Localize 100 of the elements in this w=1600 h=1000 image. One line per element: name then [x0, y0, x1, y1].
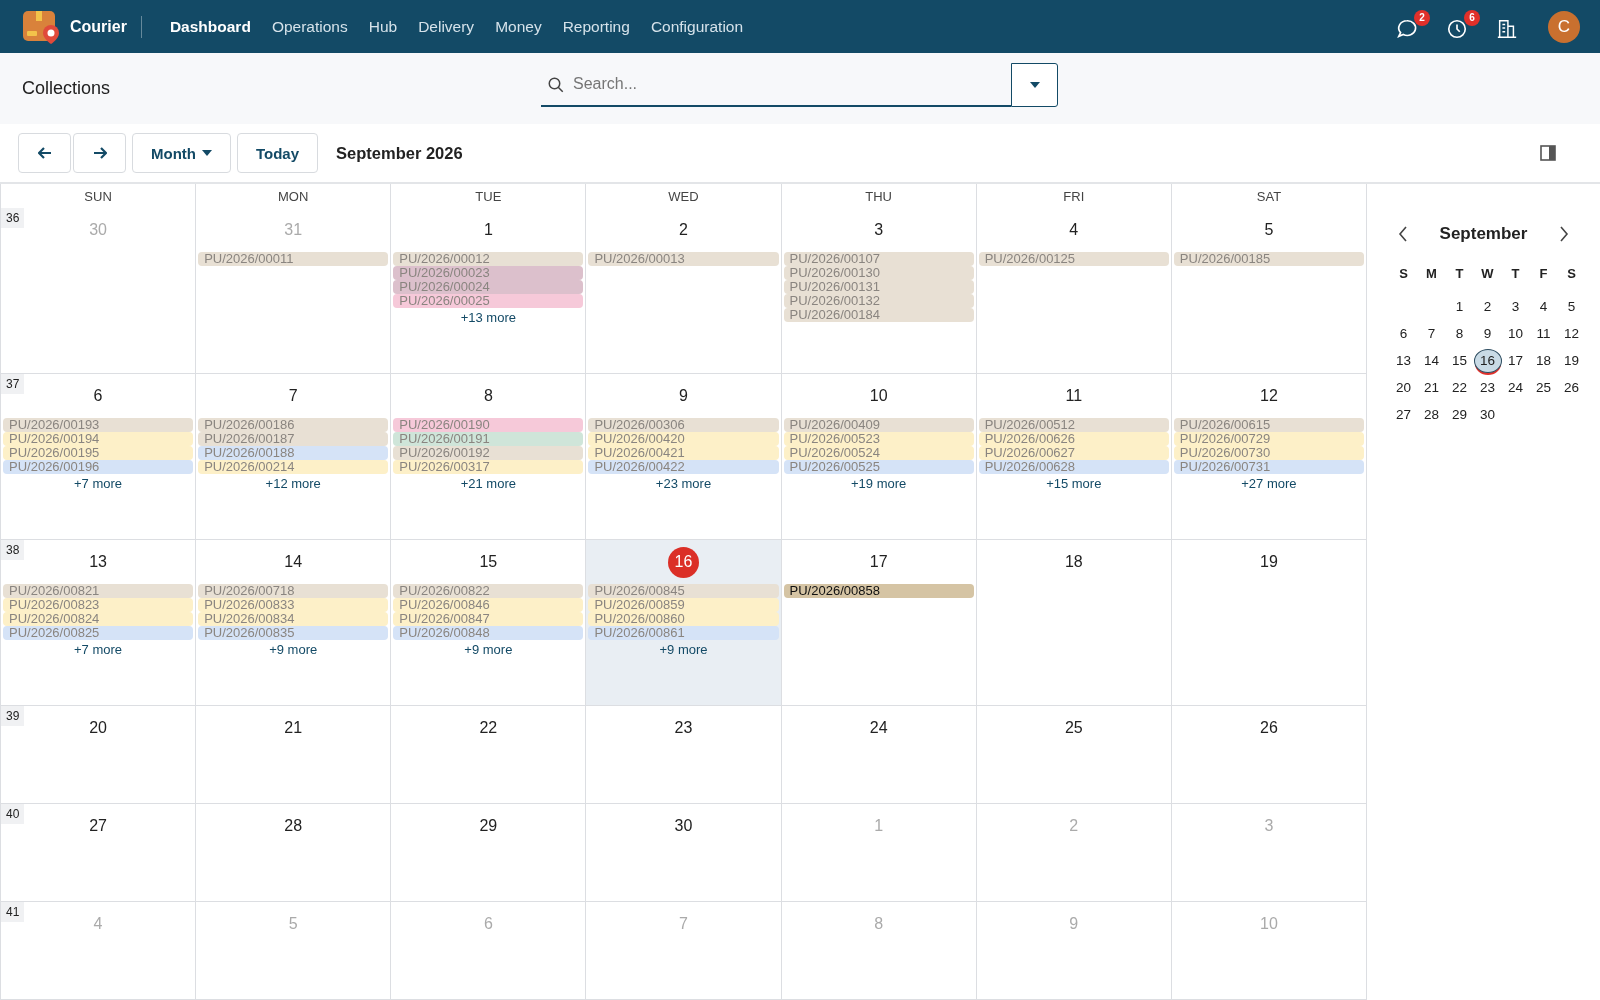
day-cell[interactable]: 11 PU/2026/00512 PU/2026/00626 PU/2026/00627 PU/2026/00628 +15 more [975, 374, 1171, 539]
mini-calendar-day[interactable]: 25 [1529, 376, 1558, 400]
avatar[interactable]: C [1548, 10, 1580, 43]
nav-menu-item[interactable]: Delivery [418, 17, 475, 36]
chat-button[interactable]: 2 [1392, 9, 1430, 44]
more-link[interactable]: +9 more [269, 642, 318, 657]
day-cell[interactable]: 12 PU/2026/00615 PU/2026/00729 PU/2026/00730 PU/2026/00731 +27 more [1170, 374, 1366, 539]
mini-calendar-day[interactable]: 10 [1501, 322, 1530, 346]
clock-button[interactable]: 6 [1442, 9, 1480, 44]
mini-calendar-day[interactable]: 24 [1501, 376, 1530, 400]
day-number: 13 [89, 553, 107, 571]
day-cell[interactable]: 15 PU/2026/00822 PU/2026/00846 PU/2026/00847 PU/2026/00848 +9 more [390, 540, 586, 705]
day-cell[interactable]: 28 [195, 804, 391, 901]
day-cell[interactable]: 2 PU/2026/00013 [585, 208, 781, 373]
day-cell[interactable]: 9 PU/2026/00306 PU/2026/00420 PU/2026/00421 PU/2026/00422 +23 more [585, 374, 781, 539]
more-link[interactable]: +15 more [1046, 476, 1102, 491]
mini-calendar-day[interactable]: 8 [1445, 322, 1474, 346]
search-options-button[interactable] [1011, 63, 1058, 107]
mini-calendar-day[interactable]: 7 [1417, 322, 1446, 346]
day-cell[interactable]: 38 13 PU/2026/00821 PU/2026/00823 PU/2026/00824 PU/2026/00825 +7 more [0, 540, 196, 705]
nav-menu-item[interactable]: Hub [368, 17, 398, 36]
day-cell[interactable]: 30 [585, 804, 781, 901]
day-cell[interactable]: 5 PU/2026/00185 [1170, 208, 1366, 373]
mini-calendar-day[interactable]: 29 [1445, 403, 1474, 427]
chevron-left-icon [1397, 226, 1408, 242]
more-link[interactable]: +27 more [1241, 476, 1297, 491]
nav-menu-item[interactable]: Operations [271, 17, 348, 36]
mini-calendar-day[interactable]: 13 [1389, 349, 1418, 373]
day-cell[interactable]: 7 PU/2026/00186 PU/2026/00187 PU/2026/00188 PU/2026/00214 +12 more [195, 374, 391, 539]
day-cell[interactable]: 41 4 [0, 902, 196, 999]
day-cell[interactable]: 29 [390, 804, 586, 901]
mini-calendar-day[interactable]: 14 [1417, 349, 1446, 373]
page-title: Collections [22, 78, 111, 99]
day-number: 21 [284, 719, 303, 737]
today-button[interactable]: Today [237, 133, 319, 173]
more-link[interactable]: +9 more [464, 642, 513, 657]
mini-calendar-day[interactable]: 3 [1501, 295, 1530, 319]
more-link[interactable]: +9 more [659, 642, 708, 657]
mini-calendar-day[interactable]: 11 [1529, 322, 1558, 346]
day-cell[interactable]: 14 PU/2026/00718 PU/2026/00833 PU/2026/00834 PU/2026/00835 +9 more [195, 540, 391, 705]
week-number: 38 [1, 540, 25, 560]
mini-calendar-day[interactable]: 18 [1529, 349, 1558, 373]
day-cell[interactable]: 17 PU/2026/00858 [780, 540, 976, 705]
more-link[interactable]: +21 more [460, 476, 516, 491]
mini-calendar-day[interactable]: 6 [1389, 322, 1418, 346]
day-cell[interactable]: 8 PU/2026/00190 PU/2026/00191 PU/2026/00192 PU/2026/00317 +21 more [390, 374, 586, 539]
notification-badge: 6 [1464, 9, 1480, 26]
mini-calendar-day[interactable]: 22 [1445, 376, 1474, 400]
day-cell[interactable]: 23 [585, 706, 781, 803]
nav-menu-item[interactable]: Configuration [650, 17, 744, 36]
mini-calendar-day[interactable]: 9 [1473, 322, 1502, 346]
mini-calendar-day[interactable]: 16 [1473, 349, 1502, 373]
more-link[interactable]: +23 more [655, 476, 712, 491]
day-cell[interactable]: 24 [780, 706, 976, 803]
mini-calendar-day[interactable]: 27 [1389, 403, 1418, 427]
day-cell[interactable]: 10 PU/2026/00409 PU/2026/00523 PU/2026/00524 PU/2026/00525 +19 more [780, 374, 976, 539]
view-dropdown[interactable]: Month [132, 133, 231, 173]
day-cell[interactable]: 40 27 [0, 804, 196, 901]
day-cell[interactable]: 18 [975, 540, 1171, 705]
previous-button[interactable] [18, 133, 71, 173]
mini-calendar-day[interactable]: 17 [1501, 349, 1530, 373]
mini-calendar-day[interactable]: 2 [1473, 295, 1502, 319]
mini-calendar-month: September [1439, 224, 1528, 244]
day-cell[interactable]: 36 30 [0, 208, 196, 373]
search-field[interactable]: Search... [541, 63, 1011, 107]
more-link[interactable]: +12 more [265, 476, 321, 491]
day-cell[interactable]: 25 [975, 706, 1171, 803]
next-button[interactable] [73, 133, 126, 173]
more-link[interactable]: +7 more [74, 642, 123, 657]
mini-calendar-day[interactable]: 21 [1417, 376, 1446, 400]
mini-calendar-day[interactable]: 5 [1557, 295, 1586, 319]
day-number: 28 [284, 817, 303, 835]
mini-calendar-day[interactable]: 26 [1557, 376, 1586, 400]
event-chip[interactable]: PU/2026/00858 [783, 584, 974, 598]
nav-menu-item[interactable]: Reporting [562, 17, 630, 36]
more-link[interactable]: +19 more [851, 476, 907, 491]
nav-menu-item[interactable]: Money [495, 17, 542, 36]
day-cell[interactable]: 26 [1170, 706, 1366, 803]
day-cell[interactable]: 4 PU/2026/00125 [975, 208, 1171, 373]
day-cell[interactable]: 1 PU/2026/00012 PU/2026/00023 PU/2026/00024 PU/2026/00025 +13 more [390, 208, 586, 373]
day-cell[interactable]: 39 20 [0, 706, 196, 803]
mini-calendar-day[interactable]: 4 [1529, 295, 1558, 319]
mini-calendar-day[interactable]: 28 [1417, 403, 1446, 427]
weekday-header: TUE [390, 184, 586, 208]
day-cell[interactable]: 21 [195, 706, 391, 803]
more-link[interactable]: +7 more [74, 476, 123, 491]
day-cell[interactable]: 22 [390, 706, 586, 803]
mini-calendar-day[interactable]: 15 [1445, 349, 1474, 373]
mini-calendar-day[interactable]: 19 [1557, 349, 1586, 373]
search-icon [547, 76, 565, 94]
mini-calendar-day[interactable]: 1 [1445, 295, 1474, 319]
mini-calendar-day[interactable]: 12 [1557, 322, 1586, 346]
more-link[interactable]: +13 more [460, 310, 516, 325]
day-cell[interactable]: 19 [1170, 540, 1366, 705]
mini-calendar-day[interactable]: 20 [1389, 376, 1418, 400]
day-cell[interactable]: 16 PU/2026/00845 PU/2026/00859 PU/2026/00860 PU/2026/00861 +9 more [585, 540, 781, 705]
day-cell[interactable]: 37 6 PU/2026/00193 PU/2026/00194 PU/2026/00195 PU/2026/00196 +7 more [0, 374, 196, 539]
mini-calendar-day[interactable]: 23 [1473, 376, 1502, 400]
mini-calendar-day[interactable]: 30 [1473, 403, 1502, 427]
nav-menu-item[interactable]: Dashboard [169, 17, 251, 36]
